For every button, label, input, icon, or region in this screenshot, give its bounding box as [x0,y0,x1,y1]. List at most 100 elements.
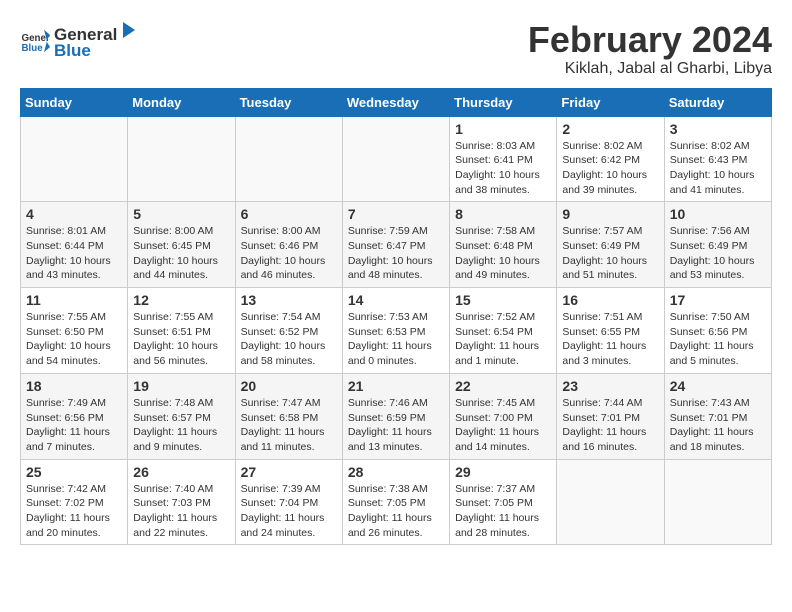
header-thursday: Thursday [450,88,557,116]
calendar-table: Sunday Monday Tuesday Wednesday Thursday… [20,88,772,546]
day-info: Sunrise: 7:59 AM Sunset: 6:47 PM Dayligh… [348,224,444,283]
day-info: Sunrise: 7:54 AM Sunset: 6:52 PM Dayligh… [241,310,337,369]
day-number: 19 [133,378,229,394]
day-number: 6 [241,206,337,222]
day-info: Sunrise: 7:47 AM Sunset: 6:58 PM Dayligh… [241,396,337,455]
day-number: 21 [348,378,444,394]
table-row: 8 Sunrise: 7:58 AM Sunset: 6:48 PM Daylig… [450,202,557,288]
table-row: 14Sunrise: 7:53 AM Sunset: 6:53 PM Dayli… [342,288,449,374]
day-number: 28 [348,464,444,480]
day-number: 9 [562,206,658,222]
day-info: Sunrise: 8:00 AM Sunset: 6:46 PM Dayligh… [241,224,337,283]
table-row: 22Sunrise: 7:45 AM Sunset: 7:00 PM Dayli… [450,373,557,459]
table-row: 20 Sunrise: 7:47 AM Sunset: 6:58 PM Dayli… [235,373,342,459]
table-row: 9 Sunrise: 7:57 AM Sunset: 6:49 PM Daylig… [557,202,664,288]
day-info: Sunrise: 7:42 AM Sunset: 7:02 PM Dayligh… [26,482,122,541]
table-row [664,459,771,545]
day-info: Sunrise: 7:55 AM Sunset: 6:50 PM Dayligh… [26,310,122,369]
table-row: 17 Sunrise: 7:50 AM Sunset: 6:56 PM Dayli… [664,288,771,374]
day-number: 8 [455,206,551,222]
day-info: Sunrise: 7:58 AM Sunset: 6:48 PM Dayligh… [455,224,551,283]
day-info: Sunrise: 7:49 AM Sunset: 6:56 PM Dayligh… [26,396,122,455]
header-tuesday: Tuesday [235,88,342,116]
table-row: 16 Sunrise: 7:51 AM Sunset: 6:55 PM Dayli… [557,288,664,374]
day-number: 17 [670,292,766,308]
day-number: 14 [348,292,444,308]
day-number: 11 [26,292,122,308]
day-number: 12 [133,292,229,308]
day-number: 2 [562,121,658,137]
table-row: 10 Sunrise: 7:56 AM Sunset: 6:49 PM Dayli… [664,202,771,288]
header-saturday: Saturday [664,88,771,116]
day-info: Sunrise: 7:51 AM Sunset: 6:55 PM Dayligh… [562,310,658,369]
day-info: Sunrise: 7:50 AM Sunset: 6:56 PM Dayligh… [670,310,766,369]
day-number: 23 [562,378,658,394]
header-monday: Monday [128,88,235,116]
day-info: Sunrise: 7:48 AM Sunset: 6:57 PM Dayligh… [133,396,229,455]
table-row: 25Sunrise: 7:42 AM Sunset: 7:02 PM Dayli… [21,459,128,545]
calendar-week-row: 11 Sunrise: 7:55 AM Sunset: 6:50 PM Dayli… [21,288,772,374]
table-row: 23 Sunrise: 7:44 AM Sunset: 7:01 PM Dayli… [557,373,664,459]
page-header: General Blue General Blue February 2024 … [20,20,772,78]
table-row: 18 Sunrise: 7:49 AM Sunset: 6:56 PM Dayli… [21,373,128,459]
table-row: 6 Sunrise: 8:00 AM Sunset: 6:46 PM Daylig… [235,202,342,288]
page-title: February 2024 [528,20,772,60]
table-row: 24 Sunrise: 7:43 AM Sunset: 7:01 PM Dayli… [664,373,771,459]
calendar-week-row: 18 Sunrise: 7:49 AM Sunset: 6:56 PM Dayli… [21,373,772,459]
header-friday: Friday [557,88,664,116]
day-number: 27 [241,464,337,480]
day-info: Sunrise: 7:40 AM Sunset: 7:03 PM Dayligh… [133,482,229,541]
day-info: Sunrise: 8:02 AM Sunset: 6:42 PM Dayligh… [562,139,658,198]
day-info: Sunrise: 7:46 AM Sunset: 6:59 PM Dayligh… [348,396,444,455]
table-row: 1Sunrise: 8:03 AM Sunset: 6:41 PM Daylig… [450,116,557,202]
day-info: Sunrise: 7:45 AM Sunset: 7:00 PM Dayligh… [455,396,551,455]
table-row: 13 Sunrise: 7:54 AM Sunset: 6:52 PM Dayli… [235,288,342,374]
table-row: 5Sunrise: 8:00 AM Sunset: 6:45 PM Daylig… [128,202,235,288]
day-info: Sunrise: 7:43 AM Sunset: 7:01 PM Dayligh… [670,396,766,455]
logo-icon: General Blue [20,26,50,56]
day-number: 10 [670,206,766,222]
page-subtitle: Kiklah, Jabal al Gharbi, Libya [528,60,772,78]
day-number: 3 [670,121,766,137]
day-number: 29 [455,464,551,480]
table-row [128,116,235,202]
day-number: 20 [241,378,337,394]
table-row: 19 Sunrise: 7:48 AM Sunset: 6:57 PM Dayli… [128,373,235,459]
table-row: 12Sunrise: 7:55 AM Sunset: 6:51 PM Dayli… [128,288,235,374]
day-info: Sunrise: 7:38 AM Sunset: 7:05 PM Dayligh… [348,482,444,541]
day-info: Sunrise: 8:01 AM Sunset: 6:44 PM Dayligh… [26,224,122,283]
day-number: 13 [241,292,337,308]
day-info: Sunrise: 8:00 AM Sunset: 6:45 PM Dayligh… [133,224,229,283]
day-number: 7 [348,206,444,222]
day-info: Sunrise: 7:52 AM Sunset: 6:54 PM Dayligh… [455,310,551,369]
calendar-week-row: 4 Sunrise: 8:01 AM Sunset: 6:44 PM Daylig… [21,202,772,288]
table-row [557,459,664,545]
logo-chevron-icon [119,20,139,40]
day-number: 1 [455,121,551,137]
day-info: Sunrise: 7:44 AM Sunset: 7:01 PM Dayligh… [562,396,658,455]
header-wednesday: Wednesday [342,88,449,116]
day-number: 18 [26,378,122,394]
table-row: 3Sunrise: 8:02 AM Sunset: 6:43 PM Daylig… [664,116,771,202]
table-row: 7 Sunrise: 7:59 AM Sunset: 6:47 PM Daylig… [342,202,449,288]
table-row: 29 Sunrise: 7:37 AM Sunset: 7:05 PM Dayli… [450,459,557,545]
day-info: Sunrise: 7:56 AM Sunset: 6:49 PM Dayligh… [670,224,766,283]
table-row [21,116,128,202]
calendar-header-row: Sunday Monday Tuesday Wednesday Thursday… [21,88,772,116]
table-row: 28 Sunrise: 7:38 AM Sunset: 7:05 PM Dayli… [342,459,449,545]
day-info: Sunrise: 7:37 AM Sunset: 7:05 PM Dayligh… [455,482,551,541]
calendar-week-row: 1Sunrise: 8:03 AM Sunset: 6:41 PM Daylig… [21,116,772,202]
day-number: 4 [26,206,122,222]
day-info: Sunrise: 7:57 AM Sunset: 6:49 PM Dayligh… [562,224,658,283]
day-number: 16 [562,292,658,308]
table-row: 11 Sunrise: 7:55 AM Sunset: 6:50 PM Dayli… [21,288,128,374]
day-number: 15 [455,292,551,308]
day-number: 24 [670,378,766,394]
table-row: 15 Sunrise: 7:52 AM Sunset: 6:54 PM Dayli… [450,288,557,374]
table-row: 26 Sunrise: 7:40 AM Sunset: 7:03 PM Dayli… [128,459,235,545]
logo: General Blue General Blue [20,20,139,61]
title-section: February 2024 Kiklah, Jabal al Gharbi, L… [528,20,772,78]
day-number: 26 [133,464,229,480]
table-row [235,116,342,202]
calendar-week-row: 25Sunrise: 7:42 AM Sunset: 7:02 PM Dayli… [21,459,772,545]
